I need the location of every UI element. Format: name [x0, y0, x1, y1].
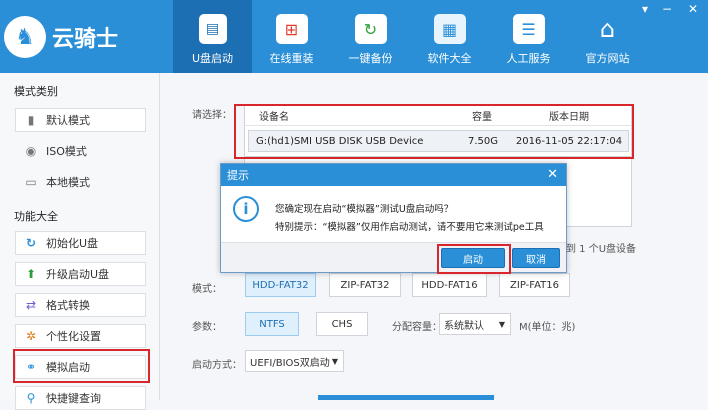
- nav-usb-boot[interactable]: ▤ U盘启动: [173, 0, 252, 73]
- start-button-highlight: [437, 244, 511, 274]
- sidebar-item-personalize[interactable]: ✲ 个性化设置: [15, 324, 146, 348]
- sidebar-item-label: 本地模式: [46, 176, 90, 189]
- param-label: 参数：: [192, 322, 222, 333]
- simulate-boot-highlight: [13, 349, 150, 383]
- sidebar-item-label: 默认模式: [46, 114, 90, 127]
- sidebar: 模式类别 ▮ 默认模式 ◉ ISO模式 ▭ 本地模式 功能大全 ↻ 初始化U盘 …: [0, 73, 160, 410]
- alloc-label: 分配容量：: [392, 322, 442, 333]
- start-button-edge[interactable]: [318, 395, 494, 400]
- mode-option-zip-fat16[interactable]: ZIP-FAT16: [499, 273, 570, 297]
- gear-icon: ✲: [25, 329, 37, 343]
- boot-mode-select[interactable]: UEFI/BIOS双启动 ▼: [245, 350, 344, 372]
- dropdown-menu-icon[interactable]: ▾: [642, 2, 648, 16]
- app-title: 云骑士: [52, 26, 119, 52]
- nav-label: 在线重装: [269, 52, 314, 65]
- windows-monitor-icon: ⊞: [275, 14, 308, 44]
- close-icon[interactable]: ✕: [688, 2, 698, 16]
- sidebar-item-label: 格式转换: [46, 299, 90, 312]
- function-section-title: 功能大全: [14, 210, 58, 223]
- dialog-footer: 启动 取消: [221, 242, 566, 272]
- confirm-dialog: 提示 ✕ i 您确定现在启动“模拟器”测试U盘启动吗？ 特别提示：“模拟器”仅用…: [220, 163, 567, 273]
- sidebar-item-label: 初始化U盘: [46, 237, 99, 250]
- top-bar: ♞ 云骑士 ▤ U盘启动 ⊞ 在线重装 ↻ 一键备份 ▦ 软件大全 ☰ 人工服务…: [0, 0, 708, 73]
- sidebar-item-label: 快捷键查询: [46, 392, 101, 405]
- boot-mode-value: UEFI/BIOS双启动: [250, 357, 330, 369]
- select-device-label: 请选择：: [192, 110, 232, 121]
- sidebar-item-init-usb[interactable]: ↻ 初始化U盘: [15, 231, 146, 255]
- nav-label: 一键备份: [348, 52, 393, 65]
- swap-icon: ⇄: [25, 298, 37, 312]
- param-option-chs[interactable]: CHS: [316, 312, 368, 336]
- chat-service-icon: ☰: [512, 14, 545, 44]
- minimize-icon[interactable]: −: [662, 2, 672, 16]
- disc-icon: ◉: [25, 144, 37, 158]
- mode-option-zip-fat32[interactable]: ZIP-FAT32: [329, 273, 401, 297]
- device-count: 到 1 个U盘设备: [566, 244, 637, 255]
- arrow-up-icon: ⬆: [25, 267, 37, 281]
- main-nav: ▤ U盘启动 ⊞ 在线重装 ↻ 一键备份 ▦ 软件大全 ☰ 人工服务 ⌂ 官方网…: [173, 0, 647, 73]
- nav-software[interactable]: ▦ 软件大全: [410, 0, 489, 73]
- nav-label: 软件大全: [427, 52, 472, 65]
- mode-section-title: 模式类别: [14, 85, 58, 98]
- dialog-title: 提示: [227, 169, 249, 182]
- mode-label: 模式：: [192, 284, 222, 295]
- nav-label: 人工服务: [506, 52, 551, 65]
- sidebar-item-format-convert[interactable]: ⇄ 格式转换: [15, 293, 146, 317]
- knight-logo-icon: ♞: [4, 16, 46, 58]
- sidebar-item-default-mode[interactable]: ▮ 默认模式: [15, 108, 146, 132]
- sidebar-item-iso-mode[interactable]: ◉ ISO模式: [15, 139, 146, 163]
- alloc-unit: M(单位：兆): [519, 322, 576, 333]
- param-option-ntfs[interactable]: NTFS: [245, 312, 299, 336]
- info-icon: i: [233, 196, 259, 222]
- nav-label: 官方网站: [585, 52, 630, 65]
- dialog-note: 特别提示：“模拟器”仅用作启动测试，请不要用它来测试pe工具: [275, 222, 544, 233]
- chevron-down-icon: ▼: [331, 356, 338, 366]
- nav-label: U盘启动: [191, 52, 234, 65]
- device-row-highlight: [234, 104, 634, 159]
- nav-backup[interactable]: ↻ 一键备份: [331, 0, 410, 73]
- alloc-select[interactable]: 系统默认 ▼: [439, 313, 511, 335]
- dialog-titlebar: 提示 ✕: [221, 164, 566, 186]
- home-icon: ⌂: [599, 15, 616, 43]
- sidebar-item-hotkey-query[interactable]: ⚲ 快捷键查询: [15, 386, 146, 410]
- sidebar-item-label: ISO模式: [46, 145, 87, 158]
- alloc-value: 系统默认: [444, 320, 484, 332]
- usb-stick-icon: ▮: [27, 113, 35, 127]
- monitor-icon: ▭: [25, 175, 37, 189]
- sidebar-item-label: 升级启动U盘: [46, 268, 110, 281]
- usb-drive-icon: ▤: [198, 14, 227, 44]
- mode-option-hdd-fat16[interactable]: HDD-FAT16: [412, 273, 487, 297]
- chevron-down-icon: ▼: [498, 319, 505, 329]
- close-icon[interactable]: ✕: [547, 167, 558, 182]
- sidebar-item-label: 个性化设置: [46, 330, 101, 343]
- boot-label: 启动方式：: [192, 360, 242, 371]
- refresh-icon: ↻: [25, 236, 37, 250]
- nav-support[interactable]: ☰ 人工服务: [489, 0, 568, 73]
- search-icon: ⚲: [26, 391, 36, 405]
- nav-website[interactable]: ⌂ 官方网站: [568, 0, 647, 73]
- app-logo: ♞ 云骑士: [4, 12, 118, 62]
- nav-online-reinstall[interactable]: ⊞ 在线重装: [252, 0, 331, 73]
- software-bag-icon: ▦: [433, 14, 466, 44]
- backup-icon: ↻: [354, 14, 387, 44]
- dialog-message: 您确定现在启动“模拟器”测试U盘启动吗？: [275, 204, 454, 215]
- cancel-button[interactable]: 取消: [512, 248, 560, 268]
- sidebar-item-local-mode[interactable]: ▭ 本地模式: [15, 170, 146, 194]
- sidebar-item-upgrade-usb[interactable]: ⬆ 升级启动U盘: [15, 262, 146, 286]
- mode-option-hdd-fat32[interactable]: HDD-FAT32: [245, 273, 316, 297]
